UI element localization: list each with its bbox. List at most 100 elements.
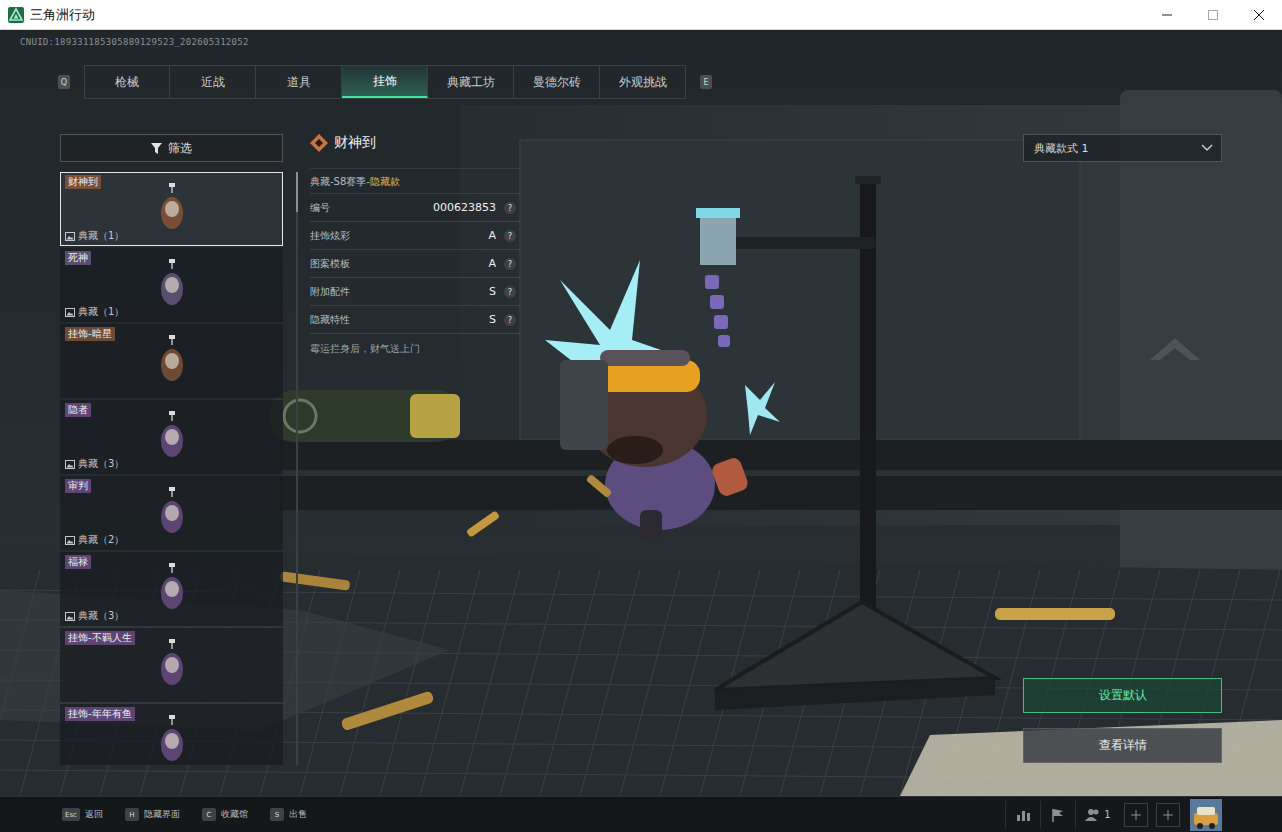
next-tab-key[interactable]: E	[700, 75, 712, 89]
graphic-part	[8, 7, 24, 23]
category-tab[interactable]: 曼德尔砖	[514, 66, 600, 98]
image-icon	[65, 612, 75, 621]
item-count: 典藏（1）	[65, 230, 278, 242]
action-button[interactable]: 查看详情	[1023, 728, 1222, 763]
graphic-part	[280, 440, 1282, 510]
graphic-part	[157, 335, 187, 387]
attribute-value: S	[489, 285, 496, 298]
series-label: 典藏-S8赛季-	[310, 176, 370, 187]
flag-button[interactable]	[1040, 801, 1075, 829]
spacer	[520, 134, 1023, 796]
graphic-part	[169, 639, 175, 643]
item-thumbnail	[157, 563, 187, 615]
category-tab[interactable]: 外观挑战	[600, 66, 686, 98]
item-card[interactable]: 隐者典藏（3）	[60, 400, 283, 474]
prev-tab-key[interactable]: Q	[58, 75, 70, 89]
flag-icon	[1051, 808, 1065, 822]
image-icon	[65, 536, 75, 545]
action-button[interactable]: 设置默认	[1023, 678, 1222, 713]
item-card[interactable]: 死神典藏（1）	[60, 248, 283, 322]
graphic-part	[700, 215, 736, 265]
graphic-part	[161, 501, 183, 533]
hotkey-hint[interactable]: Esc返回	[62, 808, 103, 821]
style-dropdown[interactable]: 典藏款式 1	[1023, 134, 1222, 162]
game-window: 三角洲行动CNUID:189331185305889129523_2026053…	[0, 0, 1282, 832]
friends-icon	[1085, 808, 1101, 822]
category-tab[interactable]: 典藏工坊	[428, 66, 514, 98]
graphic-part	[310, 134, 328, 152]
maximize-button[interactable]	[1190, 0, 1236, 29]
graphic-part	[67, 236, 74, 240]
graphic-part	[735, 237, 875, 249]
image-icon	[65, 460, 75, 469]
graphic-part	[1094, 809, 1099, 814]
hotkey-hint[interactable]: C收藏馆	[202, 808, 248, 821]
tab-label: 道具	[287, 74, 311, 91]
help-button[interactable]: ?	[504, 286, 516, 298]
filter-button[interactable]: 筛选	[60, 134, 283, 162]
help-button[interactable]: ?	[504, 202, 516, 214]
graphic-part	[157, 563, 187, 615]
graphic-part	[1254, 10, 1264, 20]
hotkey-hint[interactable]: H隐藏界面	[125, 808, 180, 821]
graphic-part	[165, 657, 179, 673]
graphic-part	[65, 612, 75, 621]
item-card[interactable]: 挂饰-不羁人生	[60, 628, 283, 702]
player-avatar[interactable]	[1190, 799, 1222, 831]
item-card[interactable]: 挂饰-年年有鱼	[60, 704, 283, 765]
item-count-empty	[65, 762, 278, 765]
count-label: 典藏（2）	[78, 534, 124, 546]
stats-button[interactable]	[1005, 801, 1040, 829]
invite-slot[interactable]	[1124, 803, 1148, 827]
item-card[interactable]: 挂饰-暗星	[60, 324, 283, 398]
item-card[interactable]: 福禄典藏（3）	[60, 552, 283, 626]
item-card[interactable]: 财神到典藏（1）	[60, 172, 283, 246]
graphic-part	[995, 608, 1115, 620]
graphic-part	[640, 510, 662, 540]
graphic-part	[65, 308, 75, 317]
close-button[interactable]	[1236, 0, 1282, 29]
graphic-part	[0, 550, 1282, 796]
category-tab[interactable]: 近战	[170, 66, 256, 98]
graphic-part	[161, 577, 183, 609]
graphic-part	[165, 581, 179, 597]
item-tag: 挂饰-暗星	[65, 327, 115, 341]
bar-chart-icon	[1016, 808, 1030, 822]
help-button[interactable]: ?	[504, 314, 516, 326]
graphic-part	[860, 180, 876, 650]
graphic-part	[1201, 144, 1213, 152]
graphic-part	[466, 510, 500, 537]
category-tab[interactable]: 挂饰	[342, 66, 428, 98]
category-tabs: 枪械近战 道具 挂饰典藏工坊曼德尔砖外观挑战	[84, 65, 686, 99]
item-tag: 挂饰-不羁人生	[65, 631, 135, 645]
friends-button[interactable]: 1	[1075, 801, 1120, 829]
item-column: 筛选财神到典藏（1）死神典藏（1）挂饰-暗星隐者典藏（3）审判典藏（2）福禄典藏…	[60, 134, 283, 796]
button-label: 查看详情	[1099, 737, 1147, 754]
minimize-button[interactable]	[1144, 0, 1190, 29]
graphic-part	[161, 349, 183, 381]
graphic-part	[718, 335, 730, 347]
minimize-icon	[1162, 10, 1172, 20]
title-bar: 三角洲行动	[0, 0, 1282, 30]
detail-panel: 财神到典藏-S8赛季-隐藏款编号000623853?挂饰炫彩A?图案模板A?附加…	[310, 134, 520, 796]
help-button[interactable]: ?	[504, 258, 516, 270]
invite-slot[interactable]	[1156, 803, 1180, 827]
hotkey-hint[interactable]: S出售	[270, 808, 307, 821]
list-scrollbar[interactable]	[283, 134, 310, 796]
scroll-thumb[interactable]	[296, 172, 298, 212]
item-thumbnail	[157, 259, 187, 311]
item-card[interactable]: 审判典藏（2）	[60, 476, 283, 550]
item-description: 霉运拦身后，财气送上门	[310, 333, 520, 356]
item-tag: 财神到	[65, 175, 101, 189]
graphic-part	[0, 30, 1282, 796]
graphic-part	[1202, 145, 1212, 150]
graphic-part	[1209, 10, 1218, 19]
hotkey-key: S	[270, 808, 284, 821]
graphic-part	[1016, 808, 1030, 822]
rarity-diamond-icon	[310, 134, 328, 152]
graphic-part	[460, 570, 520, 796]
graphic-part	[157, 487, 187, 539]
category-tab[interactable]: 道具	[256, 66, 342, 98]
category-tab[interactable]: 枪械	[84, 66, 170, 98]
help-button[interactable]: ?	[504, 230, 516, 242]
